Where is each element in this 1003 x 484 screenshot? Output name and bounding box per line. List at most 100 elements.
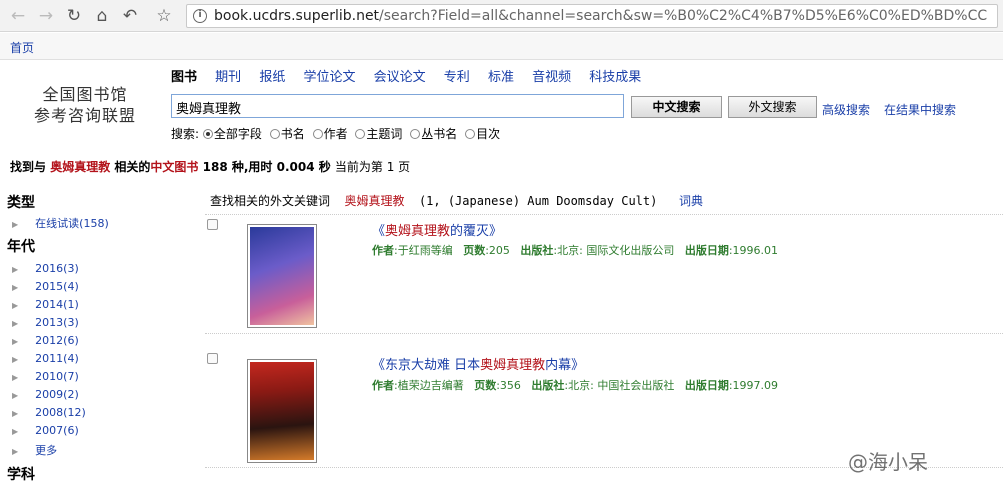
year-item[interactable]: ▶ 2016(3) xyxy=(12,262,79,275)
home-icon[interactable]: ⌂ xyxy=(92,6,112,26)
field-option-all[interactable]: 全部字段 xyxy=(202,127,262,141)
publisher-value: :北京: 国际文化出版公司 xyxy=(553,244,675,257)
field-option-series[interactable]: 丛书名 xyxy=(410,127,457,141)
field-label: 搜索: xyxy=(171,127,200,141)
title-text: 的覆灭》 xyxy=(450,224,503,239)
field-option-toc[interactable]: 目次 xyxy=(465,127,500,141)
title-keyword: 奥姆真理教 xyxy=(480,358,546,373)
triangle-right-icon: ▶ xyxy=(12,283,19,292)
title-text: 内幕》 xyxy=(545,358,585,373)
address-bar[interactable]: i book.ucdrs.superlib.net/search?Field=a… xyxy=(186,4,998,28)
year-item[interactable]: ▶ 2012(6) xyxy=(12,334,79,347)
year-item[interactable]: ▶ 2007(6) xyxy=(12,424,79,437)
chinese-search-button[interactable]: 中文搜索 xyxy=(631,96,722,118)
triangle-right-icon: ▶ xyxy=(12,265,19,274)
undo-icon[interactable]: ↶ xyxy=(120,6,140,26)
year-item-label: 2010(7) xyxy=(35,370,79,383)
date-value: :1997.09 xyxy=(728,379,779,392)
author-value: :植荣边吉编著 xyxy=(394,379,464,392)
year-item-label: 2011(4) xyxy=(35,352,79,365)
option-label: 目次 xyxy=(476,127,501,141)
field-option-author[interactable]: 作者 xyxy=(312,127,348,141)
star-icon[interactable]: ☆ xyxy=(154,6,174,26)
book-title[interactable]: 《东京大劫难 日本奥姆真理教内幕》 xyxy=(372,354,584,373)
watermark: @海小呆 xyxy=(848,450,928,474)
pages-value: :356 xyxy=(496,379,521,392)
url-text[interactable]: book.ucdrs.superlib.net/search?Field=all… xyxy=(214,8,987,24)
type-heading: 类型 xyxy=(7,195,35,211)
home-link[interactable]: 首页 xyxy=(10,39,34,56)
year-item[interactable]: ▶ 2013(3) xyxy=(12,316,79,329)
tab-conference-papers[interactable]: 会议论文 xyxy=(374,70,426,85)
summary-type: 中文图书 xyxy=(150,160,199,174)
foreign-search-button[interactable]: 外文搜索 xyxy=(728,96,817,118)
search-in-results-link[interactable]: 在结果中搜索 xyxy=(884,101,956,118)
book-meta: 作者:植荣边吉编著 页数:356 出版社:北京: 中国社会出版社 出版日期:19… xyxy=(372,377,778,393)
logo-line-1: 全国图书馆 xyxy=(42,85,128,104)
summary-text: 相关的 xyxy=(114,160,151,174)
title-keyword: 奥姆真理教 xyxy=(385,224,451,239)
author-label: 作者 xyxy=(372,244,394,257)
triangle-right-icon: ▶ xyxy=(12,373,19,382)
year-item[interactable]: ▶ 2009(2) xyxy=(12,388,79,401)
site-logo[interactable]: 全国图书馆 参考咨询联盟 xyxy=(20,84,150,126)
year-item[interactable]: ▶ 2011(4) xyxy=(12,352,79,365)
related-keywords: 查找相关的外文关键词 奥姆真理教 (1, (Japanese) Aum Doom… xyxy=(210,192,703,209)
year-item[interactable]: ▶ 2015(4) xyxy=(12,280,79,293)
radio-icon[interactable] xyxy=(269,129,280,139)
result-checkbox[interactable] xyxy=(207,353,218,364)
year-item-label: 2013(3) xyxy=(35,316,79,329)
advanced-search-link[interactable]: 高级搜索 xyxy=(822,101,870,118)
publisher-value: :北京: 中国社会出版社 xyxy=(564,379,675,392)
tab-audio-video[interactable]: 音视频 xyxy=(532,70,571,85)
radio-icon[interactable] xyxy=(355,129,366,139)
tab-patents[interactable]: 专利 xyxy=(444,70,470,85)
search-input[interactable]: 奥姆真理教 xyxy=(171,94,624,118)
option-label: 丛书名 xyxy=(421,127,458,141)
triangle-right-icon: ▶ xyxy=(12,319,19,328)
related-terms[interactable]: (1, (Japanese) Aum Doomsday Cult) xyxy=(419,194,657,208)
book-cover[interactable] xyxy=(247,224,317,328)
date-label: 出版日期 xyxy=(684,379,729,392)
divider xyxy=(205,333,1003,334)
result-checkbox[interactable] xyxy=(207,219,218,230)
tab-books[interactable]: 图书 xyxy=(171,70,197,85)
option-label: 书名 xyxy=(280,127,305,141)
type-item[interactable]: ▶ 在线试读(158) xyxy=(12,215,109,231)
radio-icon[interactable] xyxy=(410,129,421,139)
radio-icon[interactable] xyxy=(312,129,323,139)
radio-icon[interactable] xyxy=(202,129,213,139)
tab-journals[interactable]: 期刊 xyxy=(215,70,241,85)
year-item-label: 2008(12) xyxy=(35,406,86,419)
info-icon[interactable]: i xyxy=(193,9,207,23)
tab-theses[interactable]: 学位论文 xyxy=(303,70,355,85)
tab-standards[interactable]: 标准 xyxy=(488,70,514,85)
reload-icon[interactable]: ↻ xyxy=(64,6,84,26)
book-cover-image xyxy=(250,227,314,325)
publisher-label: 出版社 xyxy=(520,244,554,257)
related-keyword[interactable]: 奥姆真理教 xyxy=(344,194,404,208)
year-item[interactable]: ▶ 2010(7) xyxy=(12,370,79,383)
radio-icon[interactable] xyxy=(465,129,476,139)
tab-newspapers[interactable]: 报纸 xyxy=(259,70,285,85)
year-item[interactable]: ▶ 2014(1) xyxy=(12,298,79,311)
field-option-title[interactable]: 书名 xyxy=(269,127,305,141)
year-more-link[interactable]: ▶ 更多 xyxy=(12,442,57,458)
triangle-right-icon: ▶ xyxy=(12,301,19,310)
book-cover[interactable] xyxy=(247,359,317,463)
triangle-right-icon: ▶ xyxy=(12,447,19,456)
field-option-subject[interactable]: 主题词 xyxy=(355,127,402,141)
year-item[interactable]: ▶ 2008(12) xyxy=(12,406,86,419)
back-arrow-icon[interactable]: ← xyxy=(8,6,28,26)
type-item-label: 在线试读(158) xyxy=(35,217,109,230)
triangle-right-icon: ▶ xyxy=(12,427,19,436)
option-label: 主题词 xyxy=(366,127,403,141)
dictionary-link[interactable]: 词典 xyxy=(679,194,703,208)
browser-toolbar: ← → ↻ ⌂ ↶ ☆ i book.ucdrs.superlib.net/se… xyxy=(0,0,1003,32)
triangle-right-icon: ▶ xyxy=(12,391,19,400)
forward-arrow-icon[interactable]: → xyxy=(36,6,56,26)
book-cover-image xyxy=(250,362,314,460)
year-item-label: 2012(6) xyxy=(35,334,79,347)
tab-sci-tech[interactable]: 科技成果 xyxy=(589,70,641,85)
book-title[interactable]: 《奥姆真理教的覆灭》 xyxy=(372,220,502,239)
